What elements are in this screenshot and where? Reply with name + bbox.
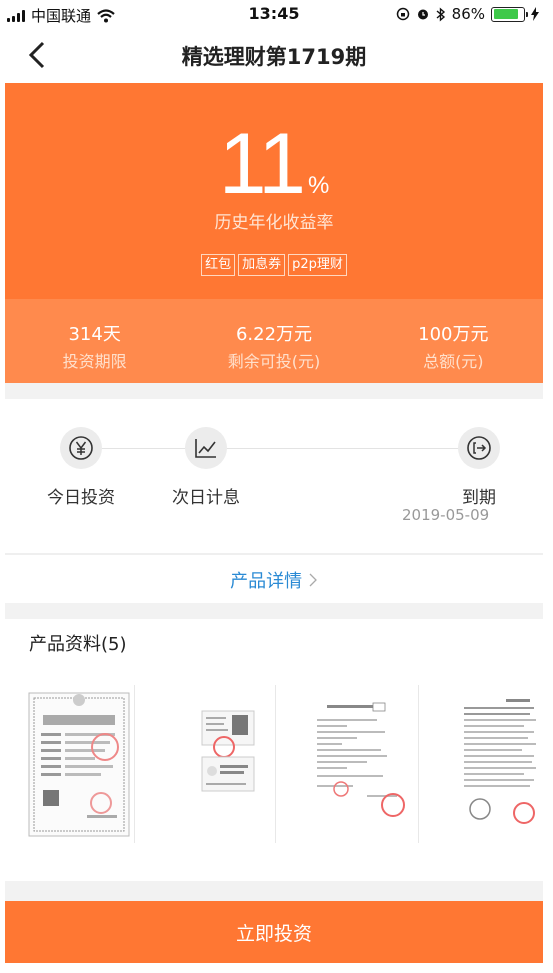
contract-thumbnail[interactable] xyxy=(277,685,419,843)
document-gallery[interactable] xyxy=(5,685,543,845)
stat-total: 100万元 总额(元) xyxy=(364,299,543,383)
status-right: 86% xyxy=(396,5,539,23)
business-license-thumbnail[interactable] xyxy=(5,685,135,843)
materials-title: 产品资料(5) xyxy=(29,634,127,655)
product-detail-link[interactable]: 产品详情 xyxy=(5,555,543,603)
stat-label: 总额(元) xyxy=(423,352,484,371)
line-chart-icon xyxy=(185,427,227,469)
tag-p2p: p2p理财 xyxy=(288,254,347,276)
stat-label: 投资期限 xyxy=(62,352,127,371)
step-label: 到期 xyxy=(462,488,496,508)
nav-bar: 精选理财第1719期 xyxy=(5,28,543,83)
stat-term: 314天 投资期限 xyxy=(5,299,184,383)
page-title: 精选理财第1719期 xyxy=(181,45,367,69)
section-divider xyxy=(5,881,543,901)
tag-red-packet: 红包 xyxy=(201,254,236,276)
rate-value: 11 xyxy=(218,116,306,212)
rate-label: 历史年化收益率 xyxy=(214,213,334,233)
battery-icon xyxy=(491,6,528,22)
tag-list: 红包 加息券 p2p理财 xyxy=(5,254,543,276)
app-screen: 中国联通 13:45 86% 精选理财第1719期 11% 历史年化收益率 红包… xyxy=(5,0,543,973)
stat-value: 314天 xyxy=(68,324,121,345)
tag-rate-coupon: 加息券 xyxy=(238,254,286,276)
contract-thumbnail[interactable] xyxy=(420,685,543,843)
rate-display: 11% xyxy=(5,121,543,207)
rate-unit: % xyxy=(307,172,330,199)
battery-percent: 86% xyxy=(451,5,485,23)
stat-label: 剩余可投(元) xyxy=(227,352,321,371)
invest-now-button[interactable]: 立即投资 xyxy=(5,901,543,963)
maturity-date: 2019-05-09 xyxy=(402,506,490,524)
bluetooth-icon xyxy=(436,6,445,22)
investment-timeline: 今日投资 次日计息 到期 2019-05-09 xyxy=(5,399,543,553)
yield-hero: 11% 历史年化收益率 红包 加息券 p2p理财 xyxy=(5,83,543,299)
id-card-thumbnail[interactable] xyxy=(136,685,276,843)
stat-value: 100万元 xyxy=(418,324,489,345)
yen-icon xyxy=(60,427,102,469)
step-label: 次日计息 xyxy=(172,488,240,508)
section-divider xyxy=(5,603,543,619)
step-label: 今日投资 xyxy=(47,488,115,508)
chevron-right-icon xyxy=(309,573,317,587)
alarm-icon xyxy=(417,9,428,20)
stat-remaining: 6.22万元 剩余可投(元) xyxy=(184,299,363,383)
stat-value: 6.22万元 xyxy=(235,324,313,345)
exit-icon xyxy=(458,427,500,469)
timeline-line xyxy=(100,448,460,449)
status-bar: 中国联通 13:45 86% xyxy=(5,0,543,28)
orientation-lock-icon xyxy=(396,7,409,21)
section-divider xyxy=(5,383,543,399)
charging-icon xyxy=(531,7,539,21)
detail-label: 产品详情 xyxy=(230,571,303,592)
product-stats: 314天 投资期限 6.22万元 剩余可投(元) 100万元 总额(元) xyxy=(5,299,543,383)
